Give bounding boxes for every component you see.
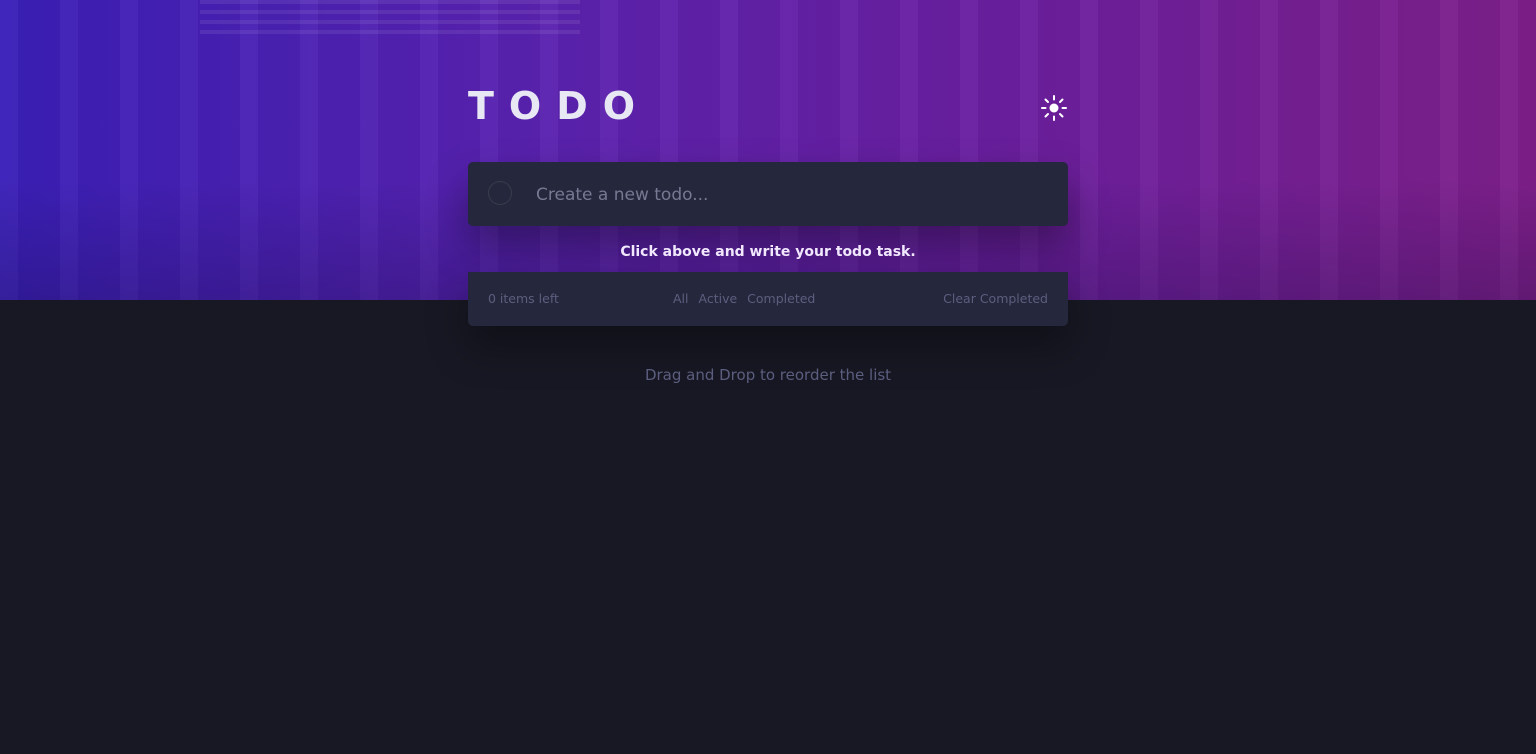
instruction-text: Click above and write your todo task. [620, 244, 916, 260]
items-left-count: 0 items left [488, 291, 559, 306]
background-ceiling [200, 0, 580, 40]
app-title: TODO [468, 84, 651, 128]
filter-completed[interactable]: Completed [747, 291, 815, 306]
filter-all[interactable]: All [673, 291, 689, 306]
clear-completed-button[interactable]: Clear Completed [943, 291, 1048, 306]
new-todo-row [468, 162, 1068, 226]
new-todo-input[interactable] [534, 178, 1038, 212]
filter-active[interactable]: Active [699, 291, 738, 306]
theme-toggle-button[interactable] [1040, 94, 1068, 122]
new-todo-checkbox[interactable] [488, 181, 512, 205]
drag-drop-hint: Drag and Drop to reorder the list [644, 366, 892, 384]
todo-footer: 0 items left All Active Completed Clear … [468, 272, 1068, 326]
filter-group: All Active Completed [673, 291, 815, 306]
app-header: TODO [468, 84, 1068, 132]
sun-icon [1041, 95, 1067, 121]
